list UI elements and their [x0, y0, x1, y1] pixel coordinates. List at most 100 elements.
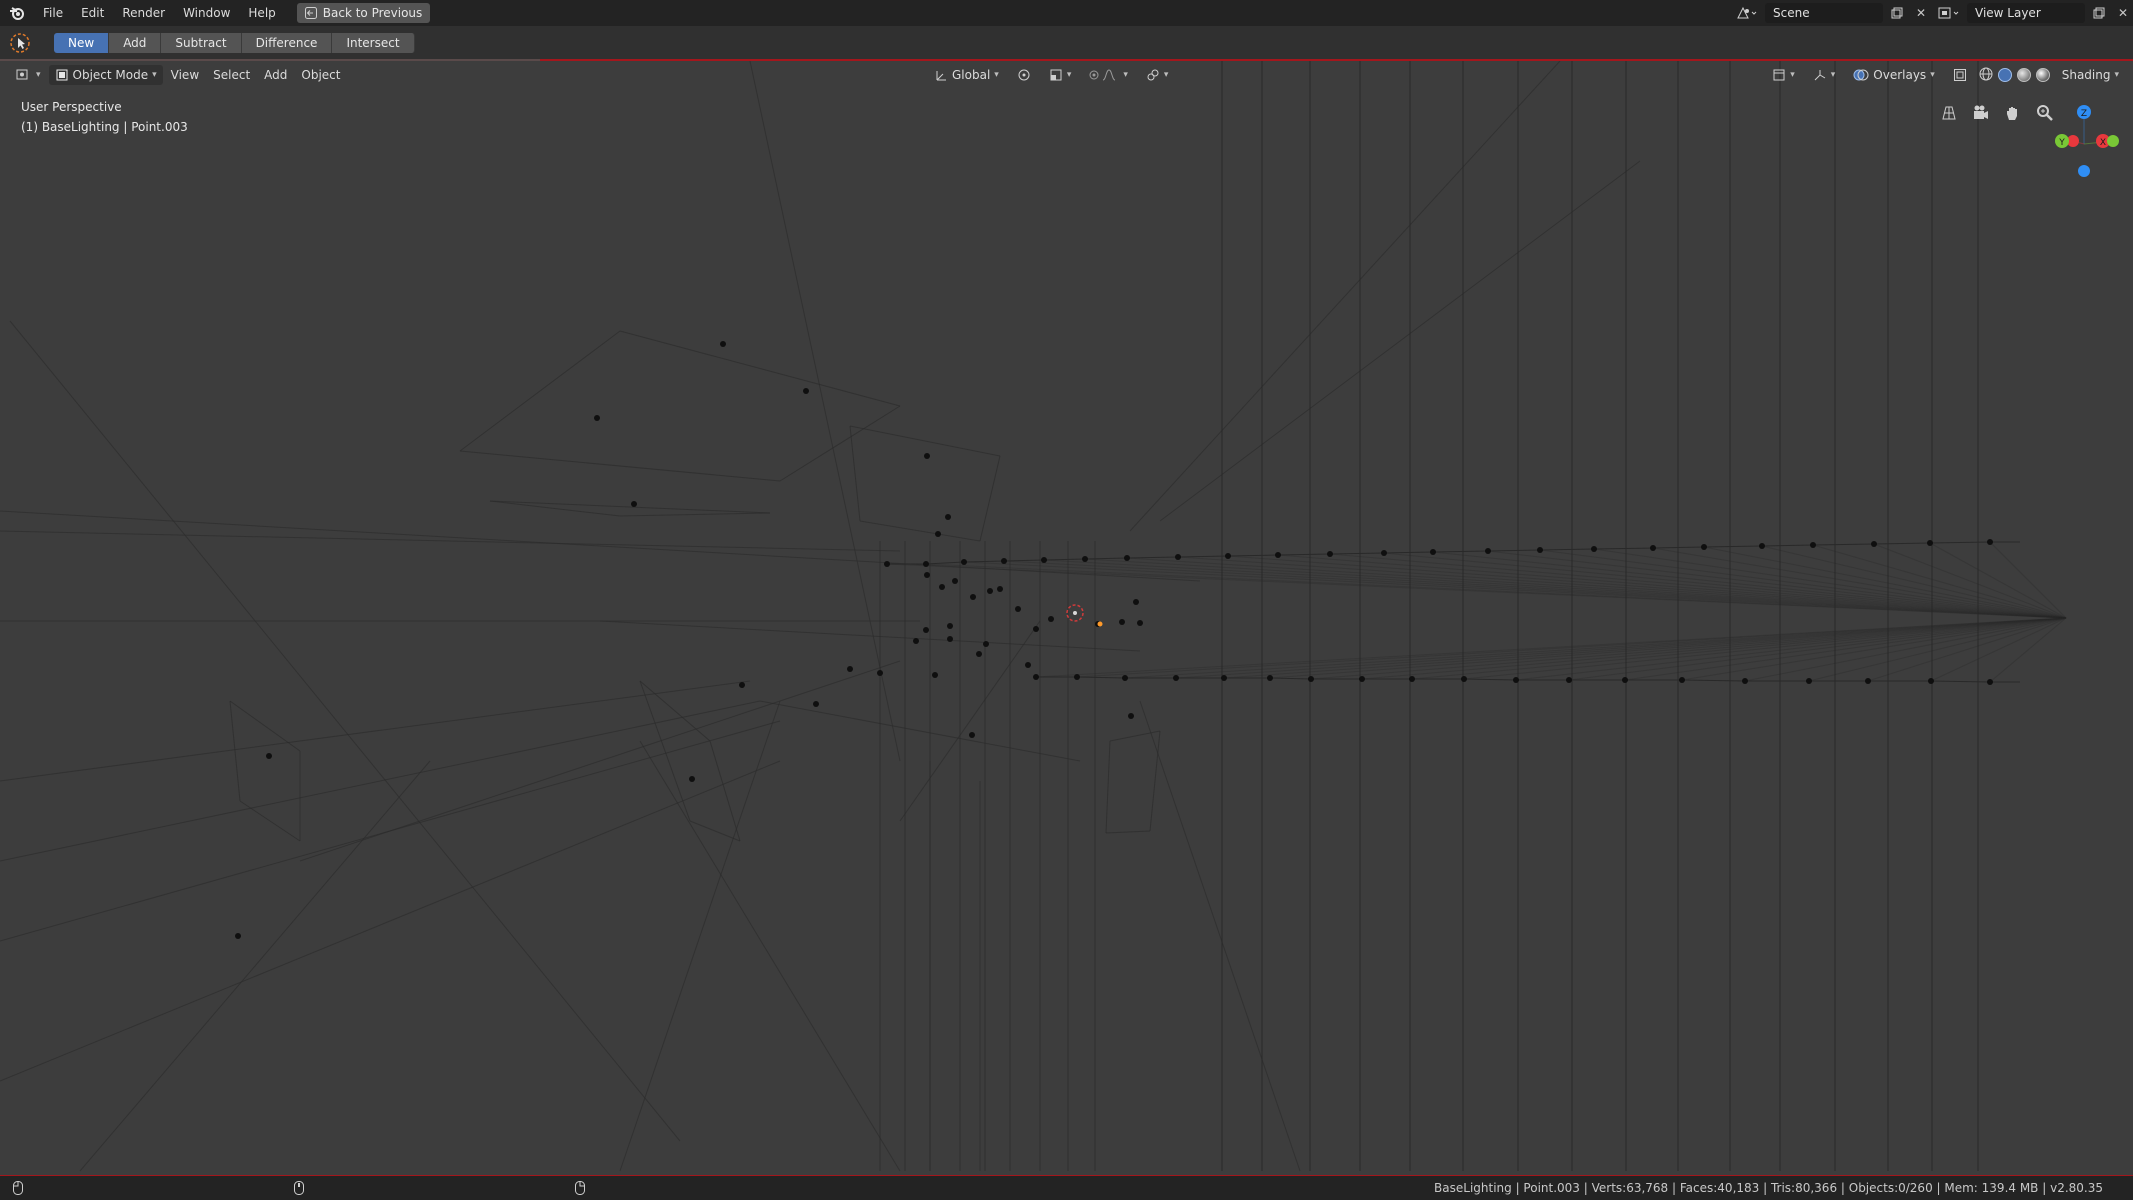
view-layer-name-field[interactable]: View Layer [1967, 3, 2085, 23]
3d-viewport[interactable]: ▾ Object Mode ▾ View Select Add Object G… [0, 61, 2133, 1176]
editor-type-dropdown[interactable]: ▾ [10, 65, 47, 85]
light-point [813, 701, 819, 707]
overlays-icon [1853, 69, 1869, 81]
solid-shading-icon[interactable] [1997, 68, 2012, 82]
menu-window[interactable]: Window [174, 0, 239, 26]
light-point [987, 588, 993, 594]
wire-edge [1269, 677, 1312, 680]
light-point [1513, 677, 1519, 683]
wire-edge [489, 500, 771, 514]
wire-edge [619, 330, 901, 407]
scene-close-icon[interactable]: ✕ [1911, 3, 1931, 23]
scene-new-icon[interactable] [1887, 3, 1907, 23]
light-point [1381, 550, 1387, 556]
gizmo-y-label: Y [2058, 138, 2065, 148]
viewport-menu-view[interactable]: View [165, 65, 205, 85]
shading-label: Shading [2061, 68, 2111, 82]
material-shading-icon[interactable] [2016, 68, 2031, 82]
rendered-shading-icon[interactable] [2035, 68, 2050, 82]
wire-edge [1310, 617, 2067, 680]
wire-edge [979, 455, 1001, 542]
xray-icon [1953, 69, 1966, 81]
back-to-previous-button[interactable]: Back to Previous [296, 3, 431, 23]
light-point [952, 578, 958, 584]
blender-logo-icon[interactable] [0, 0, 34, 26]
wire-edge [1463, 678, 1517, 681]
xray-toggle[interactable] [1947, 65, 1973, 85]
navigation-gizmo[interactable]: Z Y X [2045, 97, 2125, 177]
light-point [847, 666, 853, 672]
wire-edge [1126, 556, 1179, 559]
select-tool-icon[interactable] [0, 26, 40, 60]
menu-file[interactable]: File [34, 0, 72, 26]
viewport-menu-add[interactable]: Add [258, 65, 293, 85]
chevron-down-icon: ▾ [2114, 70, 2119, 80]
light-point [1048, 616, 1054, 622]
light-point [1810, 542, 1816, 548]
wire-edge [619, 512, 771, 517]
wire-edge [489, 500, 621, 517]
pan-hand-icon[interactable] [2001, 101, 2025, 125]
overlays-dropdown[interactable]: Overlays ▾ [1847, 65, 1940, 85]
gizmo-neg-y-icon [2107, 135, 2119, 147]
wire-edge [1539, 549, 2067, 619]
wire-edge [1227, 555, 2067, 619]
op-intersect-button[interactable]: Intersect [332, 33, 415, 53]
view-layer-close-icon[interactable]: ✕ [2113, 3, 2133, 23]
viewport-menu-object[interactable]: Object [295, 65, 346, 85]
chevron-down-icon: ▾ [36, 70, 41, 80]
wire-edge [79, 760, 431, 1172]
wire-edge [1105, 830, 1151, 834]
active-object-label: (1) BaseLighting | Point.003 [21, 120, 188, 134]
light-point [1865, 678, 1871, 684]
menu-edit[interactable]: Edit [72, 0, 113, 26]
gizmo-options-dropdown[interactable]: ▾ [1140, 65, 1175, 85]
wire-edge [459, 330, 621, 452]
menu-help[interactable]: Help [239, 0, 284, 26]
wireframe-shading-icon[interactable] [1979, 67, 1993, 84]
camera-view-icon[interactable] [1969, 101, 1993, 125]
light-point [1461, 676, 1467, 682]
viewport-menu-select[interactable]: Select [207, 65, 256, 85]
light-point [1485, 548, 1491, 554]
light-point [1927, 540, 1933, 546]
chevron-down-icon: ▾ [994, 70, 999, 80]
light-point [923, 561, 929, 567]
viewport-editor-icon [16, 69, 28, 80]
light-point [631, 501, 637, 507]
view-layer-browse-icon[interactable] [1935, 3, 1963, 23]
op-add-button[interactable]: Add [109, 33, 162, 53]
mouse-right-icon [575, 1181, 585, 1195]
scene-browse-icon[interactable] [1733, 3, 1761, 23]
wire-edge [1652, 546, 1705, 549]
wire-edge [599, 620, 1141, 652]
light-point [1074, 674, 1080, 680]
op-new-button[interactable]: New [54, 33, 110, 53]
proportional-edit-dropdown[interactable]: ▾ [1083, 65, 1134, 85]
wire-edge [1139, 700, 1301, 1172]
op-difference-button[interactable]: Difference [241, 33, 333, 53]
scene-name-field[interactable]: Scene [1765, 3, 1883, 23]
transform-controls: Global ▾ ▾ ▾ ▾ [928, 65, 1174, 85]
shading-dropdown[interactable]: Shading ▾ [2056, 65, 2125, 85]
light-point [1175, 554, 1181, 560]
pivot-point-dropdown[interactable] [1011, 65, 1037, 85]
wire-edge [689, 820, 741, 842]
transform-orientation-dropdown[interactable]: Global ▾ [928, 65, 1005, 85]
light-point [1033, 674, 1039, 680]
wire-edge [0, 680, 751, 782]
toggle-ortho-grid-icon[interactable] [1937, 101, 1961, 125]
light-point [1928, 678, 1934, 684]
op-subtract-button[interactable]: Subtract [161, 33, 242, 53]
light-point [1082, 556, 1088, 562]
snap-dropdown[interactable]: ▾ [1043, 65, 1078, 85]
mode-dropdown[interactable]: Object Mode ▾ [48, 65, 163, 85]
visibility-dropdown[interactable]: ▾ [1766, 65, 1801, 85]
menu-render[interactable]: Render [113, 0, 174, 26]
light-point [947, 636, 953, 642]
gizmo-toggle-dropdown[interactable]: ▾ [1807, 65, 1842, 85]
light-point [266, 753, 272, 759]
light-point [1591, 546, 1597, 552]
view-layer-new-icon[interactable] [2089, 3, 2109, 23]
wire-edge [1383, 551, 1434, 554]
